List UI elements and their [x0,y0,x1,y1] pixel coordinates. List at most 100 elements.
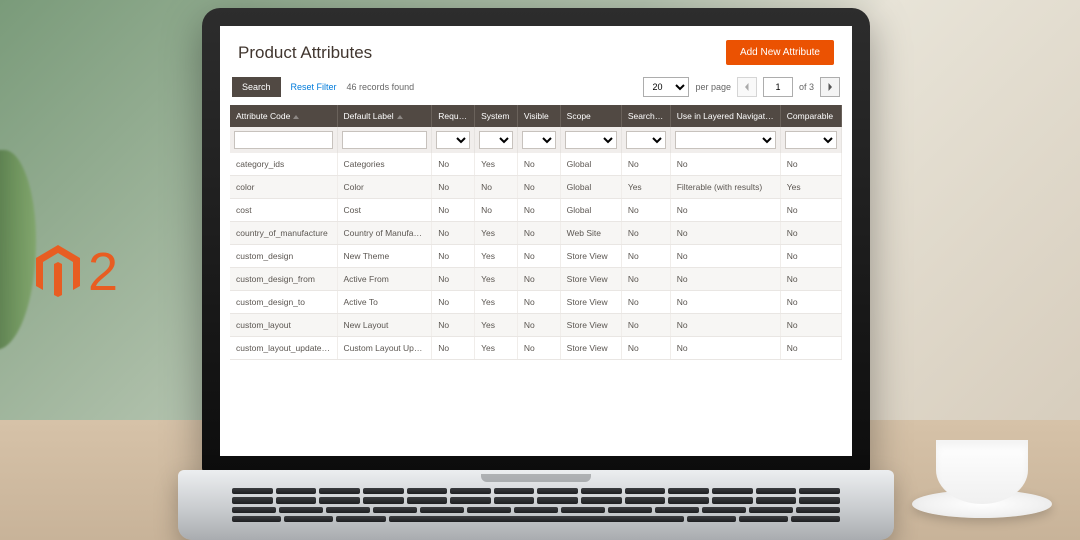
col-header-required[interactable]: Required [432,105,475,127]
col-header-layered-nav[interactable]: Use in Layered Navigation [670,105,780,127]
filter-system-select[interactable] [479,131,513,149]
cell-visible: No [517,199,560,222]
cell-code: custom_design [230,245,337,268]
cell-layered: No [670,314,780,337]
prev-page-button[interactable] [737,77,757,97]
table-row[interactable]: custom_layout_update_fileCustom Layout U… [230,337,842,360]
cell-comparable: No [780,153,841,176]
cell-required: No [432,176,475,199]
col-header-attribute-code[interactable]: Attribute Code [230,105,337,127]
page-title: Product Attributes [238,43,372,63]
cell-code: custom_design_from [230,268,337,291]
col-header-searchable[interactable]: Searchable [621,105,670,127]
cell-label: New Theme [337,245,432,268]
cell-scope: Store View [560,337,621,360]
cell-system: No [475,199,518,222]
cell-comparable: No [780,222,841,245]
cell-comparable: No [780,337,841,360]
search-button[interactable]: Search [232,77,281,97]
cell-layered: No [670,153,780,176]
col-header-visible[interactable]: Visible [517,105,560,127]
cell-scope: Global [560,176,621,199]
cell-code: country_of_manufacture [230,222,337,245]
cell-required: No [432,337,475,360]
cell-code: cost [230,199,337,222]
cell-comparable: Yes [780,176,841,199]
cell-visible: No [517,291,560,314]
cell-layered: No [670,291,780,314]
cell-scope: Global [560,199,621,222]
cell-layered: Filterable (with results) [670,176,780,199]
cell-required: No [432,245,475,268]
cell-searchable: No [621,268,670,291]
add-new-attribute-button[interactable]: Add New Attribute [726,40,834,65]
table-row[interactable]: country_of_manufactureCountry of Manufac… [230,222,842,245]
filter-scope-select[interactable] [565,131,617,149]
cell-layered: No [670,268,780,291]
cell-layered: No [670,337,780,360]
filter-default-label-input[interactable] [342,131,428,149]
table-row[interactable]: custom_layoutNew LayoutNoYesNoStore View… [230,314,842,337]
col-header-system[interactable]: System [475,105,518,127]
cell-label: Custom Layout Update [337,337,432,360]
filter-attribute-code-input[interactable] [234,131,333,149]
per-page-select[interactable]: 20 [643,77,689,97]
cell-comparable: No [780,291,841,314]
table-row[interactable]: costCostNoNoNoGlobalNoNoNo [230,199,842,222]
cell-searchable: Yes [621,176,670,199]
cell-system: Yes [475,222,518,245]
cell-required: No [432,314,475,337]
cell-code: category_ids [230,153,337,176]
page-number-input[interactable] [763,77,793,97]
cell-scope: Store View [560,291,621,314]
cell-searchable: No [621,245,670,268]
cell-scope: Global [560,153,621,176]
table-row[interactable]: custom_design_toActive ToNoYesNoStore Vi… [230,291,842,314]
cell-code: custom_layout_update_file [230,337,337,360]
cell-code: custom_design_to [230,291,337,314]
table-row[interactable]: category_idsCategoriesNoYesNoGlobalNoNoN… [230,153,842,176]
page-of-label: of 3 [799,82,814,92]
cell-searchable: No [621,199,670,222]
logo-version-text: 2 [88,245,118,299]
records-found-label: 46 records found [347,82,415,92]
filter-visible-select[interactable] [522,131,556,149]
cell-layered: No [670,245,780,268]
cell-label: Active From [337,268,432,291]
col-header-comparable[interactable]: Comparable [780,105,841,127]
cell-label: Cost [337,199,432,222]
cell-searchable: No [621,314,670,337]
filter-comparable-select[interactable] [785,131,837,149]
cell-visible: No [517,222,560,245]
grid-filter-row [230,127,842,153]
cell-system: Yes [475,291,518,314]
cell-comparable: No [780,199,841,222]
sort-icon [293,115,299,119]
cell-required: No [432,222,475,245]
sort-icon [397,115,403,119]
cell-label: Country of Manufacture [337,222,432,245]
filter-searchable-select[interactable] [626,131,666,149]
filter-required-select[interactable] [436,131,470,149]
app-screen: Product Attributes Add New Attribute Sea… [220,26,852,456]
next-page-button[interactable] [820,77,840,97]
cell-searchable: No [621,337,670,360]
col-header-scope[interactable]: Scope [560,105,621,127]
cell-system: Yes [475,337,518,360]
cell-layered: No [670,222,780,245]
cell-code: color [230,176,337,199]
cell-system: Yes [475,245,518,268]
filter-layered-nav-select[interactable] [675,131,776,149]
table-row[interactable]: colorColorNoNoNoGlobalYesFilterable (wit… [230,176,842,199]
col-header-default-label[interactable]: Default Label [337,105,432,127]
per-page-label: per page [695,82,731,92]
cell-comparable: No [780,268,841,291]
cell-visible: No [517,268,560,291]
reset-filter-link[interactable]: Reset Filter [291,82,337,92]
table-row[interactable]: custom_designNew ThemeNoYesNoStore ViewN… [230,245,842,268]
table-row[interactable]: custom_design_fromActive FromNoYesNoStor… [230,268,842,291]
cell-visible: No [517,314,560,337]
cell-visible: No [517,337,560,360]
cell-required: No [432,268,475,291]
cell-searchable: No [621,153,670,176]
